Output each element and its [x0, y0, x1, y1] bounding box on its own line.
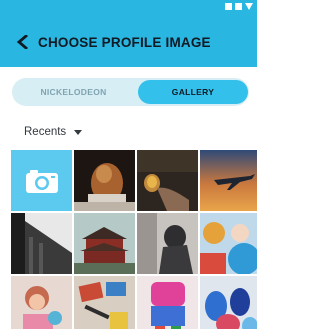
back-button[interactable]: [8, 17, 38, 67]
square-icon: [225, 3, 232, 10]
photo-hooded-person[interactable]: [137, 213, 198, 274]
photo-craft-supplies[interactable]: [74, 276, 135, 329]
camera-icon: [25, 169, 58, 193]
photo-grid: [11, 150, 257, 329]
signal-icon: [245, 3, 253, 10]
photo-colorful-costume[interactable]: [137, 276, 198, 329]
photo-airplane-sunset[interactable]: [200, 150, 257, 211]
status-bar: [0, 0, 257, 17]
tab-nickelodeon[interactable]: NICKELODEON: [12, 78, 135, 106]
tab-gallery[interactable]: GALLERY: [138, 80, 248, 104]
photo-hand-dandelion[interactable]: [137, 150, 198, 211]
app-header: CHOOSE PROFILE IMAGE: [0, 17, 257, 67]
choose-profile-image-screen: CHOOSE PROFILE IMAGE NICKELODEON GALLERY…: [0, 0, 257, 329]
square-icon: [235, 3, 242, 10]
page-title: CHOOSE PROFILE IMAGE: [38, 34, 211, 50]
photo-dog-portrait[interactable]: [74, 150, 135, 211]
photo-pagoda-temple[interactable]: [74, 213, 135, 274]
status-icons: [225, 3, 253, 10]
photo-child-with-toy[interactable]: [11, 276, 72, 329]
chevron-left-icon: [16, 35, 28, 49]
source-tabs: NICKELODEON GALLERY: [12, 78, 249, 106]
album-label: Recents: [24, 126, 67, 138]
photo-building-shadows[interactable]: [11, 213, 72, 274]
caret-down-icon: [74, 130, 83, 135]
photo-balloons-child[interactable]: [200, 213, 257, 274]
album-dropdown[interactable]: Recents: [24, 126, 83, 138]
camera-tile[interactable]: [11, 150, 72, 211]
photo-painted-hands[interactable]: [200, 276, 257, 329]
